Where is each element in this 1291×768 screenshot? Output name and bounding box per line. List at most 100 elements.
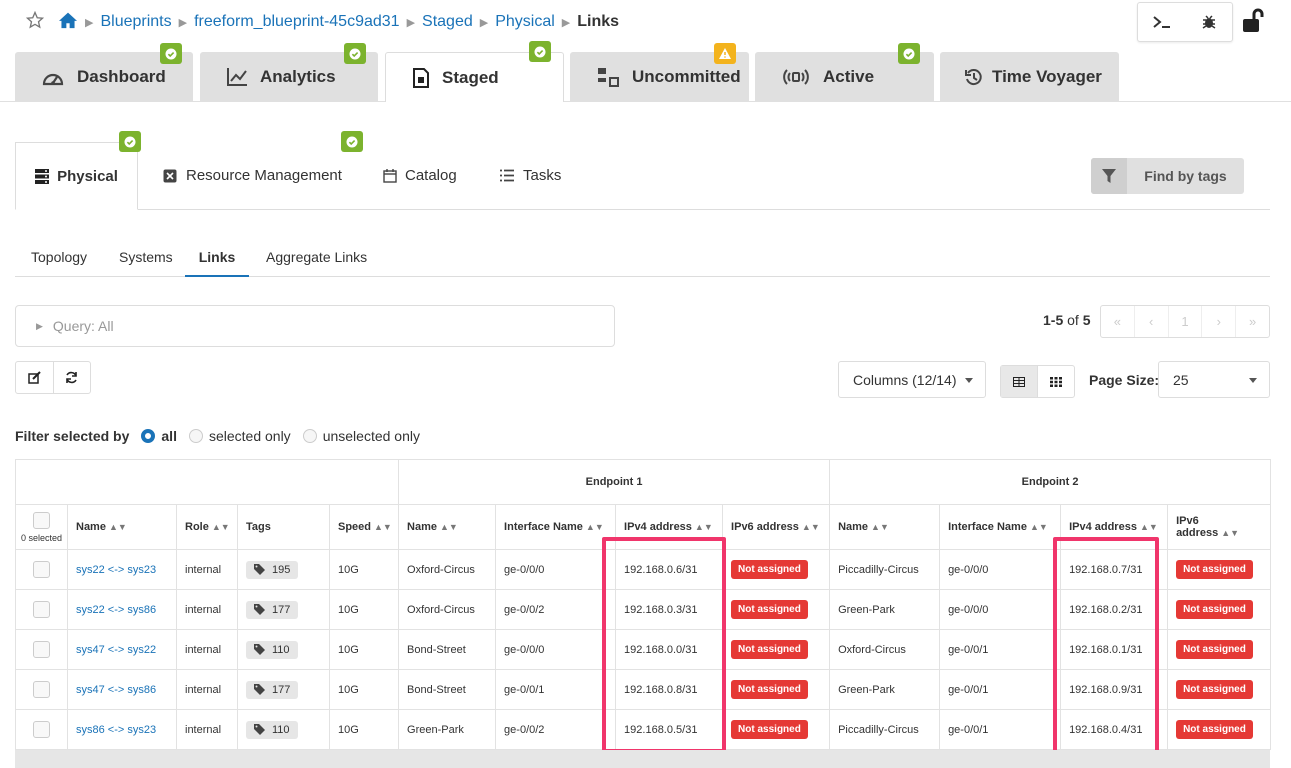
tab-label: Time Voyager — [992, 66, 1102, 86]
cell-e2-if: ge-0/0/1 — [939, 629, 1062, 670]
prev-page-button[interactable]: ‹ — [1135, 306, 1169, 337]
link-name[interactable]: sys22 <-> sys86 — [76, 604, 156, 616]
col-header-e2-ipv6[interactable]: IPv6 address ▲▼ — [1167, 504, 1272, 550]
subtab-tasks[interactable]: Tasks — [500, 142, 561, 209]
cli-button[interactable] — [1138, 3, 1185, 41]
server-icon — [35, 168, 50, 184]
pager-total: 5 — [1082, 312, 1091, 328]
cell-role: internal — [176, 589, 238, 630]
cell-ipv6: Not assigned — [722, 629, 831, 670]
grid-view-button[interactable] — [1038, 366, 1074, 397]
debug-button[interactable] — [1185, 3, 1232, 41]
subtab-physical[interactable]: Physical — [15, 142, 138, 210]
breadcrumb-physical[interactable]: Physical — [495, 13, 555, 31]
col-label: Speed — [338, 521, 372, 533]
link-name[interactable]: sys47 <-> sys86 — [76, 684, 156, 696]
first-page-button[interactable]: « — [1101, 306, 1135, 337]
last-page-button[interactable]: » — [1236, 306, 1269, 337]
edit-button[interactable] — [16, 362, 54, 393]
tab-links[interactable]: Links — [185, 238, 249, 277]
status-badge-ok — [529, 41, 551, 62]
tag-count: 177 — [272, 683, 291, 696]
radio-unselected-only[interactable] — [302, 429, 317, 443]
subtab-catalog[interactable]: Catalog — [383, 142, 457, 209]
breadcrumb-staged[interactable]: Staged — [422, 13, 473, 31]
col-header-e1-ipv6[interactable]: IPv6 address ▲▼ — [722, 504, 831, 550]
cell-e1-name: Oxford-Circus — [398, 589, 497, 630]
not-assigned-badge: Not assigned — [731, 560, 808, 579]
row-checkbox[interactable] — [33, 561, 50, 578]
col-header-role[interactable]: Role ▲▼ — [176, 504, 238, 550]
col-header-name[interactable]: Name ▲▼ — [67, 504, 177, 550]
tab-systems[interactable]: Systems — [119, 238, 173, 275]
col-header-e1-name[interactable]: Name ▲▼ — [398, 504, 497, 550]
col-label: IPv6 address — [1176, 515, 1219, 539]
select-all-checkbox[interactable] — [33, 511, 50, 529]
tag-count: 110 — [272, 723, 290, 736]
cell-speed: 10G — [328, 589, 400, 630]
unlock-icon[interactable] — [1241, 8, 1265, 39]
col-header-e2-name[interactable]: Name ▲▼ — [829, 504, 941, 550]
row-select-cell — [15, 669, 68, 710]
list-icon — [500, 169, 514, 182]
row-checkbox[interactable] — [33, 721, 50, 738]
breadcrumb-blueprint-name[interactable]: freeform_blueprint-45c9ad31 — [194, 13, 399, 31]
refresh-button[interactable] — [54, 362, 91, 393]
col-header-e2-interface[interactable]: Interface Name ▲▼ — [939, 504, 1062, 550]
filter-icon — [1091, 158, 1127, 194]
tab-aggregate-links[interactable]: Aggregate Links — [266, 238, 367, 275]
cell-name: sys47 <-> sys22 — [67, 629, 177, 670]
home-icon[interactable] — [58, 11, 78, 34]
sort-icon: ▲▼ — [694, 522, 713, 532]
selected-count: 0 selected — [20, 532, 63, 543]
pager-of: of — [1067, 312, 1079, 328]
find-by-tags-button[interactable]: Find by tags — [1091, 158, 1244, 194]
row-checkbox[interactable] — [33, 641, 50, 658]
row-checkbox[interactable] — [33, 601, 50, 618]
next-page-button[interactable]: › — [1202, 306, 1237, 337]
star-icon[interactable] — [25, 10, 45, 34]
cell-name: sys22 <-> sys23 — [67, 549, 177, 590]
tag-count-badge[interactable]: 110 — [246, 720, 298, 739]
radio-all[interactable] — [141, 429, 156, 443]
columns-dropdown[interactable]: Columns (12/14) — [838, 361, 986, 398]
radio-selected-only-label[interactable]: selected only — [209, 428, 291, 444]
page-number[interactable]: 1 — [1169, 306, 1203, 337]
radio-selected-only[interactable] — [188, 429, 203, 443]
link-name[interactable]: sys47 <-> sys22 — [76, 644, 156, 656]
group-header-endpoint1: Endpoint 1 — [398, 459, 831, 505]
breadcrumb-blueprints[interactable]: Blueprints — [100, 13, 171, 31]
radio-unselected-only-label[interactable]: unselected only — [323, 428, 420, 444]
cell-e2-if: ge-0/0/1 — [939, 669, 1062, 710]
tab-time-voyager[interactable]: Time Voyager — [940, 52, 1119, 101]
tab-topology[interactable]: Topology — [31, 238, 87, 275]
cell-ipv6: Not assigned — [722, 669, 831, 710]
table-view-button[interactable] — [1001, 366, 1038, 397]
cell-role: internal — [176, 709, 238, 750]
query-panel[interactable]: ▶ Query: All — [15, 305, 615, 347]
tag-count-badge[interactable]: 195 — [246, 560, 299, 579]
horizontal-scrollbar[interactable] — [15, 750, 1270, 768]
sort-icon: ▲▼ — [211, 522, 230, 532]
link-name[interactable]: sys22 <-> sys23 — [76, 564, 156, 576]
subtab-resource-management[interactable]: Resource Management — [163, 142, 342, 209]
group-header-endpoint2: Endpoint 2 — [829, 459, 1272, 505]
page-size-select[interactable]: 25 — [1158, 361, 1270, 398]
radio-all-label[interactable]: all — [161, 428, 177, 444]
query-label: Query: All — [52, 318, 114, 334]
cell-ipv6: Not assigned — [722, 589, 831, 630]
status-badge-ok — [344, 43, 366, 64]
link-name[interactable]: sys86 <-> sys23 — [76, 724, 156, 736]
cell-e2-if: ge-0/0/0 — [939, 589, 1062, 630]
cell-e1-if: ge-0/0/2 — [495, 709, 617, 750]
col-header-e1-interface[interactable]: Interface Name ▲▼ — [495, 504, 617, 550]
cell-role: internal — [176, 549, 238, 590]
row-checkbox[interactable] — [33, 681, 50, 698]
tag-count-badge[interactable]: 177 — [246, 680, 299, 699]
sort-icon: ▲▼ — [440, 522, 458, 532]
col-header-speed[interactable]: Speed ▲▼ — [328, 504, 400, 550]
tag-count-badge[interactable]: 110 — [246, 640, 298, 659]
not-assigned-badge: Not assigned — [1176, 640, 1253, 659]
subtab-label: Resource Management — [186, 167, 342, 184]
tag-count-badge[interactable]: 177 — [246, 600, 299, 619]
